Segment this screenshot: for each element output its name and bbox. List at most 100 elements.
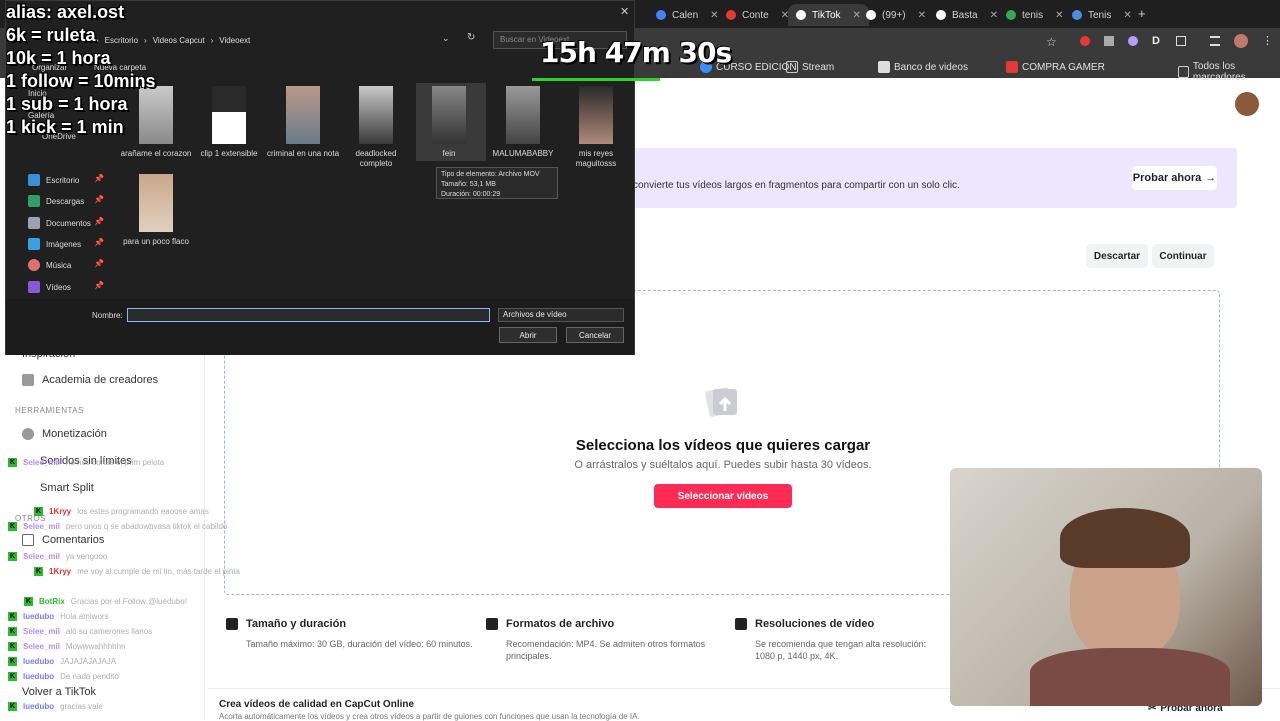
- sidebar-item-label: Volver a TikTok: [22, 686, 96, 698]
- pin-icon: 📌: [94, 174, 104, 183]
- bookmark-compra[interactable]: COMPRA GAMER: [1006, 61, 1105, 73]
- video-thumbnail[interactable]: [139, 86, 173, 144]
- tab-notifications[interactable]: (99+) ✕: [858, 4, 934, 26]
- chat-user: Selee_mil: [23, 642, 60, 651]
- kick-badge-icon: K: [8, 522, 17, 531]
- breadcrumb[interactable]: › Escritorio › Videos Capcut › Videoext: [96, 31, 466, 49]
- tooltip-line: Tipo de elemento: Archivo MOV: [441, 171, 540, 178]
- file-icon: [486, 618, 498, 630]
- back-to-tiktok-link[interactable]: Volver a TikTok: [22, 686, 96, 698]
- video-thumbnail[interactable]: [432, 86, 466, 144]
- close-icon[interactable]: ✕: [918, 10, 926, 21]
- nav-item-desktop[interactable]: Escritorio: [28, 174, 79, 186]
- file-name[interactable]: fein: [412, 149, 486, 159]
- video-thumbnail[interactable]: [359, 86, 393, 144]
- sidebar-item-academy[interactable]: Academia de creadores: [22, 374, 158, 386]
- star-icon[interactable]: ☆: [1046, 35, 1057, 49]
- bookmark-stream[interactable]: Stream: [786, 61, 834, 73]
- sidebar-item-smart-split[interactable]: Smart Split: [40, 482, 94, 494]
- refresh-icon[interactable]: ↻: [467, 32, 475, 43]
- file-name[interactable]: para un poco flaco: [119, 237, 193, 247]
- bookmark-label: COMPRA GAMER: [1022, 61, 1105, 73]
- file-name[interactable]: arañame el corazon: [119, 149, 193, 159]
- select-videos-button[interactable]: Seleccionar vídeos: [654, 484, 792, 508]
- continue-button[interactable]: Continuar: [1152, 244, 1214, 268]
- image-icon: [28, 238, 40, 250]
- bookmark-banco[interactable]: Banco de videos: [878, 61, 968, 73]
- video-thumbnail[interactable]: [139, 174, 173, 232]
- feature-formats: Formatos de archivo Recomendación: MP4. …: [486, 618, 706, 662]
- extension-icon[interactable]: [1128, 36, 1138, 46]
- chat-user: 1Kryy: [49, 507, 72, 516]
- kick-badge-icon: K: [34, 567, 43, 576]
- chevron-right-icon: ›: [210, 35, 214, 45]
- media-icon[interactable]: [1210, 36, 1220, 46]
- nav-item-pictures[interactable]: Imágenes: [28, 238, 81, 250]
- extension-icon[interactable]: [1080, 36, 1090, 46]
- nav-item-documents[interactable]: Documentos: [28, 217, 91, 229]
- sidebar-item-monetization[interactable]: Monetización: [22, 428, 107, 440]
- bookmark-icon: [1006, 61, 1018, 73]
- tab-basta[interactable]: Basta ✕: [928, 4, 1006, 26]
- tab-content[interactable]: Conte ✕: [718, 4, 797, 26]
- video-thumbnail[interactable]: [286, 86, 320, 144]
- folder-icon: [1178, 66, 1189, 78]
- file-name[interactable]: clip 1 extensible: [192, 149, 266, 159]
- breadcrumb-item[interactable]: Videoext: [219, 36, 250, 45]
- feature-title: Formatos de archivo: [506, 618, 615, 630]
- close-icon[interactable]: ✕: [620, 5, 629, 18]
- nav-item-downloads[interactable]: Descargas: [28, 195, 84, 207]
- file-name[interactable]: criminal en una nota: [266, 149, 340, 159]
- tooltip-line: Duración: 00:00:29: [441, 191, 501, 198]
- try-now-button[interactable]: Probar ahora →: [1132, 166, 1217, 190]
- puzzle-icon[interactable]: [1176, 36, 1186, 46]
- open-button[interactable]: Abrir: [499, 327, 557, 343]
- discard-button[interactable]: Descartar: [1086, 244, 1148, 268]
- tab-tenis-search[interactable]: tenis ✕: [998, 4, 1072, 26]
- file-name[interactable]: deadlocked completo: [339, 149, 413, 169]
- tab-tiktok[interactable]: TikTok ✕: [788, 4, 869, 26]
- video-camera-icon: [226, 618, 238, 630]
- menu-icon[interactable]: ⋮: [1262, 34, 1273, 47]
- profile-avatar[interactable]: [1234, 34, 1248, 48]
- cancel-button[interactable]: Cancelar: [566, 327, 624, 343]
- extension-icon[interactable]: D: [1152, 35, 1160, 47]
- feature-text: Se recomienda que tengan alta resolución…: [755, 639, 927, 661]
- video-thumbnail[interactable]: [579, 86, 613, 144]
- breadcrumb-item[interactable]: Escritorio: [105, 36, 138, 45]
- tiktok-icon: [796, 10, 806, 20]
- chat-message: Kluedubo Hola amiwors: [8, 612, 109, 621]
- chevron-down-icon[interactable]: ⌄: [442, 33, 450, 44]
- feature-text: Tamaño máximo: 30 GB, duración del vídeo…: [246, 639, 473, 649]
- chat-text: los estes programando eaoose amas: [77, 507, 209, 516]
- bookmark-all[interactable]: Todos los marcadores: [1178, 61, 1280, 83]
- overlay-line: 10k = 1 hora: [6, 48, 111, 68]
- new-tab-icon[interactable]: +: [1138, 6, 1146, 21]
- sidebar-item-label: Academia de creadores: [42, 374, 159, 386]
- video-thumbnail[interactable]: [212, 86, 246, 144]
- video-thumbnail[interactable]: [506, 86, 540, 144]
- tab-calendar[interactable]: Calen ✕: [648, 4, 727, 26]
- file-type-select[interactable]: Archivos de vídeo: [498, 308, 624, 322]
- extension-icon[interactable]: [1104, 36, 1114, 46]
- tooltip-line: Tamaño: 53,1 MB: [441, 181, 496, 188]
- nav-label: Escritorio: [46, 175, 80, 185]
- chat-text: aló su camerones llanos: [65, 627, 153, 636]
- nav-label: Descargas: [46, 196, 85, 206]
- close-icon[interactable]: ✕: [1123, 10, 1131, 21]
- avatar[interactable]: [1235, 92, 1259, 116]
- chat-text: ya vengooo: [65, 552, 108, 561]
- sidebar-item-comments[interactable]: Comentarios: [22, 534, 104, 546]
- page-icon: [936, 10, 946, 20]
- nav-item-videos[interactable]: Vídeos: [28, 281, 71, 293]
- file-name[interactable]: MALUMABABBY: [486, 149, 560, 159]
- video-icon: [28, 281, 40, 293]
- close-icon[interactable]: ✕: [990, 10, 998, 21]
- close-icon[interactable]: ✕: [1055, 10, 1063, 21]
- file-name[interactable]: mis reyes maguitosss: [559, 149, 633, 169]
- breadcrumb-item[interactable]: Videos Capcut: [153, 36, 205, 45]
- chat-message: K Selee_mil ya vengooo: [8, 552, 107, 561]
- tab-tenis[interactable]: Tenis ✕: [1064, 4, 1140, 26]
- nav-item-music[interactable]: Música: [28, 259, 71, 271]
- filename-input[interactable]: [127, 308, 490, 322]
